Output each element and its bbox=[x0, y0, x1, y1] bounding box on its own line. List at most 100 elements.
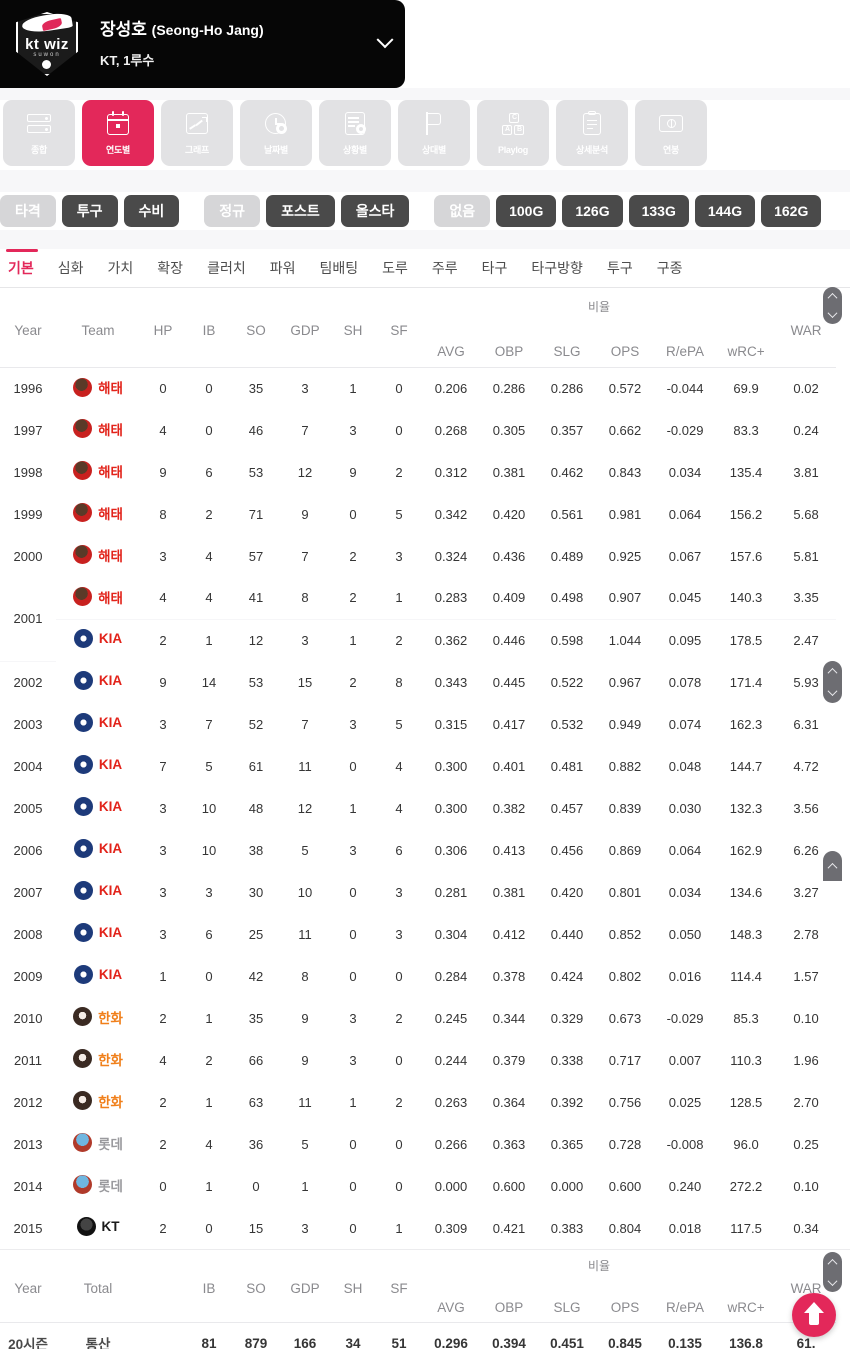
category-item-yeonbong[interactable]: 연봉 bbox=[635, 100, 707, 166]
cell-team[interactable]: 해태 bbox=[56, 451, 140, 493]
col-year[interactable]: Year bbox=[0, 317, 56, 368]
category-item-naljjabyeol[interactable]: 날짜별 bbox=[240, 100, 312, 166]
filter-pill-post[interactable]: 포스트 bbox=[266, 195, 335, 227]
table-row[interactable]: 2007 KIA 3 3 30 10 0 3 0.281 0.381 0.420 0.801 0.034… bbox=[0, 871, 836, 913]
filter-pill-100g[interactable]: 100G bbox=[496, 195, 557, 227]
cell-team[interactable]: KT bbox=[56, 1207, 140, 1249]
table-row[interactable]: 1997 해태 4 0 46 7 3 0 0.268 0.305 0.357 0.662 -0.029 8… bbox=[0, 409, 836, 451]
cell-team[interactable]: 롯데 bbox=[56, 1123, 140, 1165]
cell-team[interactable]: 해태 bbox=[56, 493, 140, 535]
tab-doru[interactable]: 도루 bbox=[370, 249, 420, 287]
cell-team[interactable]: KIA bbox=[56, 619, 140, 661]
filter-pill-allstar[interactable]: 올스타 bbox=[340, 195, 410, 227]
col-gdp[interactable]: GDP bbox=[280, 317, 330, 368]
cell-team[interactable]: 해태 bbox=[56, 409, 140, 451]
col-team[interactable]: Team bbox=[56, 317, 140, 368]
tab-simhwa[interactable]: 심화 bbox=[46, 249, 96, 287]
filter-pill-tagyeok[interactable]: 타격 bbox=[0, 195, 56, 227]
category-item-sanghwangbyeol[interactable]: 상황별 bbox=[319, 100, 391, 166]
player-header-card[interactable]: kt wiz suwon 장성호 (Seong-Ho Jang) KT, 1루수 bbox=[0, 0, 405, 88]
chevron-up-icon[interactable] bbox=[827, 292, 838, 303]
table-row[interactable]: 2000 해태 3 4 57 7 2 3 0.324 0.436 0.489 0.925 0.067 15… bbox=[0, 535, 836, 577]
tab-hwakjang[interactable]: 확장 bbox=[145, 249, 195, 287]
scroll-control-top[interactable] bbox=[823, 287, 842, 324]
table-row[interactable]: 2005 KIA 3 10 48 12 1 4 0.300 0.382 0.457 0.839 0.03… bbox=[0, 787, 836, 829]
chevron-down-icon[interactable] bbox=[827, 686, 838, 697]
tab-tugu[interactable]: 투구 bbox=[595, 249, 645, 287]
stat-table-scroll-area[interactable]: 비율 Year Team HP IB SO GDP SH SF AVG OBP … bbox=[0, 289, 850, 1249]
table-row[interactable]: 2010 한화 2 1 35 9 3 2 0.245 0.344 0.329 0.673 -0.029 8… bbox=[0, 997, 836, 1039]
col-wrcplus[interactable]: wRC+ bbox=[716, 317, 777, 368]
cell-team[interactable]: 해태 bbox=[56, 535, 140, 577]
chevron-down-icon[interactable] bbox=[827, 1275, 838, 1286]
table-row[interactable]: 2014 롯데 0 1 0 1 0 0 0.000 0.600 0.000 0.600 0.240 272… bbox=[0, 1165, 836, 1207]
tab-juru[interactable]: 주루 bbox=[420, 249, 470, 287]
col-repa[interactable]: R/ePA bbox=[654, 317, 716, 368]
filter-pill-126g[interactable]: 126G bbox=[562, 195, 623, 227]
table-row[interactable]: 2012 한화 2 1 63 11 1 2 0.263 0.364 0.392 0.756 0.025 1… bbox=[0, 1081, 836, 1123]
cell-team[interactable]: KIA bbox=[56, 703, 140, 745]
filter-pill-subi[interactable]: 수비 bbox=[123, 195, 180, 227]
col-hp[interactable]: HP bbox=[140, 317, 186, 368]
col-slg[interactable]: SLG bbox=[538, 317, 596, 368]
category-item-yeondobyeol[interactable]: 연도별 bbox=[82, 100, 154, 166]
table-row[interactable]: 2008 KIA 3 6 25 11 0 3 0.304 0.412 0.440 0.852 0.050… bbox=[0, 913, 836, 955]
cell-team[interactable]: 한화 bbox=[56, 1039, 140, 1081]
filter-pill-162g[interactable]: 162G bbox=[761, 195, 822, 227]
tab-tagu[interactable]: 타구 bbox=[470, 249, 520, 287]
chevron-up-icon[interactable] bbox=[827, 667, 838, 678]
col-war[interactable]: WAR bbox=[776, 317, 837, 368]
table-row[interactable]: 2011 한화 4 2 66 9 3 0 0.244 0.379 0.338 0.717 0.007 11… bbox=[0, 1039, 836, 1081]
cell-team[interactable]: 한화 bbox=[56, 997, 140, 1039]
table-row[interactable]: 1998 해태 9 6 53 12 9 2 0.312 0.381 0.462 0.843 0.034 1… bbox=[0, 451, 836, 493]
cell-team[interactable]: 해태 bbox=[56, 577, 140, 620]
tab-gibon[interactable]: 기본 bbox=[0, 249, 46, 287]
table-row[interactable]: 2015 KT 2 0 15 3 0 1 0.309 0.421 0.383 0.804 0.018 11… bbox=[0, 1207, 836, 1249]
table-row[interactable]: 2004 KIA 7 5 61 11 0 4 0.300 0.401 0.481 0.882 0.048… bbox=[0, 745, 836, 787]
cell-team[interactable]: KIA bbox=[56, 829, 140, 871]
table-row[interactable]: 2003 KIA 3 7 52 7 3 5 0.315 0.417 0.532 0.949 0.074 1… bbox=[0, 703, 836, 745]
tab-keulleochi[interactable]: 클러치 bbox=[195, 249, 258, 287]
cell-team[interactable]: 한화 bbox=[56, 1081, 140, 1123]
category-item-sangdaebyeol[interactable]: 상대별 bbox=[398, 100, 470, 166]
category-item-graph[interactable]: 그래프 bbox=[161, 100, 233, 166]
table-row[interactable]: KIA 2 1 12 3 1 2 0.362 0.446 0.598 1.044 0.095 178.5… bbox=[0, 619, 836, 661]
category-item-playlog[interactable]: C A B Playlog bbox=[477, 100, 549, 166]
tab-timbaeting[interactable]: 팀배팅 bbox=[307, 249, 370, 287]
filter-pill-133g[interactable]: 133G bbox=[628, 195, 689, 227]
filter-pill-144g[interactable]: 144G bbox=[694, 195, 756, 227]
filter-pill-tugu[interactable]: 투구 bbox=[61, 195, 118, 227]
table-row[interactable]: 1996 해태 0 0 35 3 1 0 0.206 0.286 0.286 0.572 -0.044 6… bbox=[0, 367, 836, 409]
cell-team[interactable]: KIA bbox=[56, 871, 140, 913]
chevron-down-icon[interactable] bbox=[827, 308, 838, 319]
filter-pill-eopseum[interactable]: 없음 bbox=[434, 195, 491, 227]
scroll-control-middle[interactable] bbox=[823, 661, 842, 703]
col-ops[interactable]: OPS bbox=[596, 317, 654, 368]
cell-team[interactable]: 해태 bbox=[56, 367, 140, 409]
col-avg[interactable]: AVG bbox=[422, 317, 480, 368]
col-so[interactable]: SO bbox=[232, 317, 280, 368]
table-row[interactable]: 2001 해태 4 4 41 8 2 1 0.283 0.409 0.498 0.907 0.045 14… bbox=[0, 577, 837, 662]
cell-team[interactable]: KIA bbox=[56, 745, 140, 787]
scroll-control-bottom[interactable] bbox=[823, 1252, 842, 1292]
tab-pawo[interactable]: 파워 bbox=[258, 249, 308, 287]
scroll-control-lower[interactable] bbox=[823, 851, 842, 881]
category-item-sangsebunseok[interactable]: 상세분석 bbox=[556, 100, 628, 166]
filter-pill-jeonggyu[interactable]: 정규 bbox=[204, 195, 261, 227]
table-row[interactable]: 2013 롯데 2 4 36 5 0 0 0.266 0.363 0.365 0.728 -0.008 9… bbox=[0, 1123, 836, 1165]
category-item-jonghap[interactable]: 종합 bbox=[3, 100, 75, 166]
table-row[interactable]: 2006 KIA 3 10 38 5 3 6 0.306 0.413 0.456 0.869 0.064… bbox=[0, 829, 836, 871]
table-row[interactable]: 1999 해태 8 2 71 9 0 5 0.342 0.420 0.561 0.981 0.064 15… bbox=[0, 493, 836, 535]
col-sh[interactable]: SH bbox=[330, 317, 376, 368]
col-ib[interactable]: IB bbox=[186, 317, 232, 368]
table-row[interactable]: 2002 KIA 9 14 53 15 2 8 0.343 0.445 0.522 0.967 0.07… bbox=[0, 661, 836, 703]
tab-gujong[interactable]: 구종 bbox=[645, 249, 695, 287]
chevron-up-icon[interactable] bbox=[827, 862, 838, 873]
table-row[interactable]: 2009 KIA 1 0 42 8 0 0 0.284 0.378 0.424 0.802 0.016 1… bbox=[0, 955, 836, 997]
chevron-up-icon[interactable] bbox=[827, 1258, 838, 1269]
player-card-expand-button[interactable] bbox=[365, 0, 405, 88]
cell-team[interactable]: KIA bbox=[56, 913, 140, 955]
cell-team[interactable]: KIA bbox=[56, 787, 140, 829]
cell-team[interactable]: KIA bbox=[56, 661, 140, 703]
cell-team[interactable]: KIA bbox=[56, 955, 140, 997]
